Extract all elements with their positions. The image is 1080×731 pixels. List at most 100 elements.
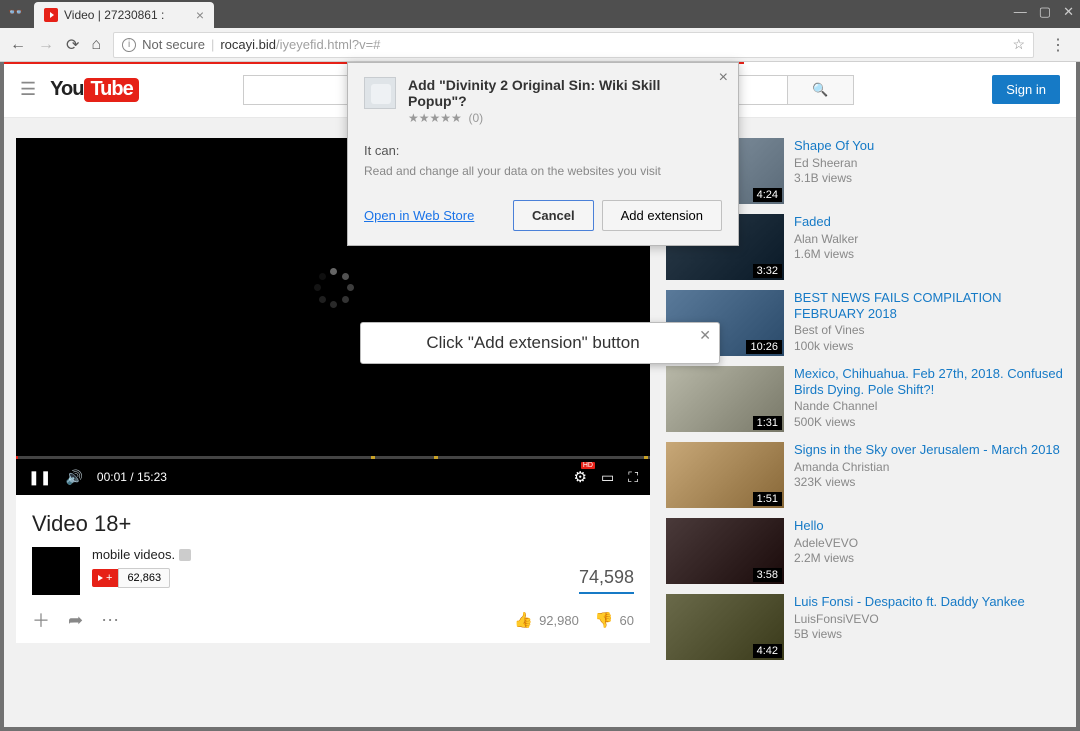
permissions-heading: It can:	[364, 143, 722, 158]
time-display: 00:01 / 15:23	[97, 470, 167, 484]
browser-tab[interactable]: Video | 27230861 : ×	[34, 2, 214, 28]
theater-mode-icon[interactable]: ▭	[601, 469, 614, 486]
verified-badge-icon	[179, 549, 191, 561]
related-channel: AdeleVEVO	[794, 536, 858, 552]
extension-install-dialog: × Add "Divinity 2 Original Sin: Wiki Ski…	[347, 62, 739, 246]
related-title: BEST NEWS FAILS COMPILATION FEBRUARY 201…	[794, 290, 1068, 321]
thumbs-down-icon[interactable]: 👎	[595, 611, 614, 629]
open-webstore-link[interactable]: Open in Web Store	[364, 208, 474, 223]
subscribe-button[interactable]: + 62,863	[92, 568, 170, 588]
pause-icon[interactable]: ❚❚	[28, 469, 51, 486]
subscriber-count: 62,863	[118, 568, 170, 588]
related-views: 5B views	[794, 627, 1025, 643]
share-icon[interactable]: ➦	[68, 610, 83, 631]
add-to-icon[interactable]: ＋	[32, 607, 50, 633]
window-controls: — ▢ ✕	[1014, 4, 1074, 20]
related-views: 323K views	[794, 475, 1060, 491]
channel-avatar[interactable]	[32, 547, 80, 595]
related-channel: Ed Sheeran	[794, 156, 874, 172]
os-titlebar: Video | 27230861 : × — ▢ ✕	[0, 0, 1080, 28]
related-channel: Alan Walker	[794, 232, 858, 248]
fullscreen-icon[interactable]: ⛶	[628, 469, 638, 486]
related-channel: Best of Vines	[794, 323, 1068, 339]
channel-row: mobile videos. + 62,863 74,598	[32, 547, 634, 595]
home-icon[interactable]: ⌂	[91, 36, 101, 54]
video-thumbnail: 3:58	[666, 518, 784, 584]
duration-badge: 4:24	[753, 188, 782, 202]
view-count: 74,598	[579, 567, 634, 594]
thumbs-up-icon[interactable]: 👍	[514, 611, 533, 629]
extension-rating: ★★★★★ (0)	[408, 111, 722, 125]
incognito-icon	[8, 7, 28, 21]
dialog-close-icon[interactable]: ×	[719, 69, 728, 87]
window-maximize-icon[interactable]: ▢	[1039, 4, 1051, 20]
related-video-item[interactable]: 4:42 Luis Fonsi - Despacito ft. Daddy Ya…	[666, 594, 1068, 660]
separator: |	[211, 37, 214, 52]
browser-window: Video | 27230861 : × — ▢ ✕ ← → ⟳ ⌂ i Not…	[0, 0, 1080, 731]
action-row: ＋ ➦ ⋯ 👍 92,980 👎 60	[32, 607, 634, 633]
related-title: Shape Of You	[794, 138, 874, 154]
window-close-icon[interactable]: ✕	[1063, 4, 1074, 20]
related-views: 500K views	[794, 415, 1068, 431]
hint-close-icon[interactable]: ✕	[699, 327, 711, 344]
add-extension-button[interactable]: Add extension	[602, 200, 722, 231]
search-button[interactable]	[788, 75, 854, 105]
related-title: Hello	[794, 518, 858, 534]
related-views: 2.2M views	[794, 551, 858, 567]
like-count: 92,980	[539, 613, 579, 628]
video-thumbnail: 1:51	[666, 442, 784, 508]
sentiment-bar	[579, 592, 634, 594]
not-secure-label: Not secure	[142, 37, 205, 52]
related-title: Mexico, Chihuahua. Feb 27th, 2018. Confu…	[794, 366, 1068, 397]
video-thumbnail: 4:42	[666, 594, 784, 660]
dislike-count: 60	[620, 613, 634, 628]
related-video-item[interactable]: 10:26 BEST NEWS FAILS COMPILATION FEBRUA…	[666, 290, 1068, 356]
site-info-icon[interactable]: i	[122, 38, 136, 52]
more-icon[interactable]: ⋯	[101, 610, 119, 631]
signin-button[interactable]: Sign in	[992, 75, 1060, 104]
duration-badge: 4:42	[753, 644, 782, 658]
loading-spinner-icon	[314, 268, 354, 308]
duration-badge: 10:26	[746, 340, 782, 354]
player-controls: ❚❚ 🔊 00:01 / 15:23 ⚙HD ▭ ⛶	[16, 459, 650, 495]
tab-close-icon[interactable]: ×	[196, 7, 204, 23]
extension-title: Add "Divinity 2 Original Sin: Wiki Skill…	[408, 77, 722, 109]
address-bar[interactable]: i Not secure | rocayi.bid/iyeyefid.html?…	[113, 32, 1034, 58]
duration-badge: 3:58	[753, 568, 782, 582]
back-icon[interactable]: ←	[10, 36, 26, 54]
bookmark-star-icon[interactable]: ☆	[1012, 36, 1025, 53]
hint-tooltip: ✕ Click "Add extension" button	[360, 322, 720, 364]
related-title: Faded	[794, 214, 858, 230]
related-channel: Nande Channel	[794, 399, 1068, 415]
related-title: Signs in the Sky over Jerusalem - March …	[794, 442, 1060, 458]
reload-icon[interactable]: ⟳	[66, 35, 79, 55]
video-title: Video 18+	[32, 511, 634, 537]
hint-text: Click "Add extension" button	[426, 333, 639, 352]
volume-icon[interactable]: 🔊	[65, 469, 82, 486]
related-channel: LuisFonsiVEVO	[794, 612, 1025, 628]
related-title: Luis Fonsi - Despacito ft. Daddy Yankee	[794, 594, 1025, 610]
video-thumbnail: 1:31	[666, 366, 784, 432]
forward-icon: →	[38, 36, 54, 54]
hamburger-menu-icon[interactable]: ☰	[20, 79, 36, 100]
youtube-logo[interactable]: YouTube	[50, 78, 139, 102]
video-metadata: Video 18+ mobile videos. + 62,863 74,598	[16, 495, 650, 643]
duration-badge: 1:51	[753, 492, 782, 506]
tab-title: Video | 27230861 :	[64, 8, 164, 22]
browser-toolbar: ← → ⟳ ⌂ i Not secure | rocayi.bid/iyeyef…	[0, 28, 1080, 62]
related-views: 3.1B views	[794, 171, 874, 187]
permission-item: Read and change all your data on the web…	[364, 164, 722, 178]
duration-badge: 1:31	[753, 416, 782, 430]
channel-name[interactable]: mobile videos.	[92, 547, 567, 562]
related-video-item[interactable]: 1:31 Mexico, Chihuahua. Feb 27th, 2018. …	[666, 366, 1068, 432]
related-video-item[interactable]: 1:51 Signs in the Sky over Jerusalem - M…	[666, 442, 1068, 508]
browser-menu-icon[interactable]: ⋮	[1046, 35, 1070, 55]
youtube-favicon	[44, 8, 58, 22]
related-video-item[interactable]: 3:58 Hello AdeleVEVO 2.2M views	[666, 518, 1068, 584]
window-minimize-icon[interactable]: —	[1014, 4, 1027, 20]
duration-badge: 3:32	[753, 264, 782, 278]
related-channel: Amanda Christian	[794, 460, 1060, 476]
url-text: rocayi.bid/iyeyefid.html?v=#	[220, 37, 380, 52]
settings-gear-icon[interactable]: ⚙HD	[574, 468, 587, 486]
cancel-button[interactable]: Cancel	[513, 200, 594, 231]
